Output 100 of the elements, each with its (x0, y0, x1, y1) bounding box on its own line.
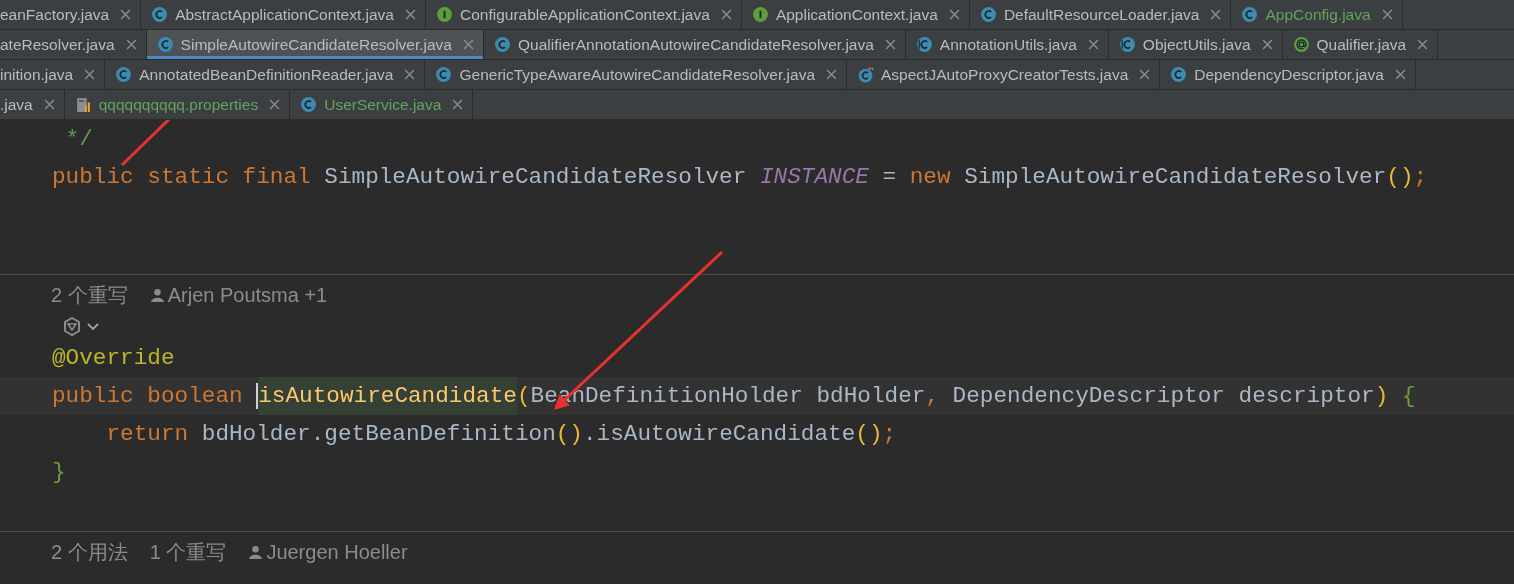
tab-label: inition.java (0, 65, 74, 84)
editor-tab[interactable]: GenericTypeAwareAutowireCandidateResolver.java (425, 60, 847, 89)
editor-tab[interactable]: .java (0, 90, 65, 119)
close-icon[interactable] (1394, 69, 1406, 80)
tab-label: AnnotationUtils.java (939, 35, 1077, 54)
code-token: return (105, 420, 190, 449)
editor-tab[interactable]: UserService.java (290, 90, 474, 119)
tab-label: AnnotatedBeanDefinitionReader.java (139, 65, 394, 84)
code-token: ; (1413, 163, 1428, 192)
close-icon[interactable] (720, 9, 732, 20)
tab-label: DefaultResourceLoader.java (1003, 5, 1200, 24)
code-token: , (925, 382, 940, 411)
class-icon (115, 66, 133, 83)
usage-hint[interactable]: 1 个重写 (149, 538, 227, 566)
usage-hint[interactable]: 2 个重写 (51, 281, 128, 309)
code-token: .isAutowireCandidate (583, 420, 856, 449)
class-icon (1170, 66, 1188, 83)
close-icon[interactable] (1417, 39, 1429, 50)
code-token: bdHolder.getBeanDefinition (201, 420, 556, 449)
close-icon[interactable] (43, 99, 55, 110)
editor-tab[interactable]: ApplicationContext.java (741, 0, 970, 29)
editor-tab[interactable]: Qualifier.java (1282, 30, 1439, 59)
editor-tab[interactable]: eanFactory.java (0, 0, 142, 29)
author-hint[interactable]: Juergen Hoeller (266, 540, 408, 564)
code-token: INSTANCE (759, 163, 869, 192)
close-icon[interactable] (405, 9, 416, 20)
editor-tab[interactable]: ConfigurableApplicationContext.java (426, 0, 742, 29)
tab-label: qqqqqqqqqq.properties (98, 95, 259, 114)
close-icon[interactable] (463, 39, 474, 50)
tab-label: AspectJAutoProxyCreatorTests.java (881, 65, 1129, 84)
tab-label: ObjectUtils.java (1142, 35, 1251, 54)
close-icon[interactable] (1210, 9, 1222, 20)
tab-label: UserService.java (324, 95, 442, 114)
usage-hint[interactable]: 2 个用法 (51, 538, 128, 566)
code-token: = (881, 163, 898, 192)
editor-tab[interactable]: AnnotationUtils.java (905, 30, 1109, 59)
editor-tab[interactable]: SimpleAutowireCandidateResolver.java (146, 30, 484, 59)
code-token: DependencyDescriptor descriptor (952, 382, 1375, 411)
abstract-class-icon (1118, 36, 1136, 53)
code-token: } (52, 458, 66, 487)
person-icon (149, 287, 165, 303)
editor-tab[interactable]: AbstractApplicationContext.java (141, 0, 426, 29)
author-hint[interactable]: Arjen Poutsma +1 (167, 283, 328, 307)
close-icon[interactable] (1261, 39, 1273, 50)
code-token: public static final (52, 163, 312, 192)
editor-tab[interactable]: AnnotatedBeanDefinitionReader.java (105, 60, 426, 89)
text-caret (256, 383, 259, 409)
tab-label: ConfigurableApplicationContext.java (460, 5, 710, 24)
editor-tab[interactable]: DefaultResourceLoader.java (969, 0, 1232, 29)
editor-tab[interactable]: QualifierAnnotationAutowireCandidateResolver.java (484, 30, 906, 59)
close-icon[interactable] (125, 39, 137, 50)
code-token: SimpleAutowireCandidateResolver (324, 163, 748, 192)
class-icon (1241, 6, 1259, 23)
editor-tab[interactable]: ateResolver.java (0, 30, 147, 59)
editor-tab[interactable]: AppConfig.java (1231, 0, 1403, 29)
close-icon[interactable] (1087, 39, 1099, 50)
editor-tab[interactable]: ObjectUtils.java (1108, 30, 1283, 59)
code-token: public boolean (52, 382, 244, 411)
editor-tab[interactable]: inition.java (0, 60, 106, 89)
tab-label: DependencyDescriptor.java (1194, 65, 1384, 84)
editor-tab[interactable]: qqqqqqqqqq.properties (64, 90, 291, 119)
code-token: () (855, 420, 883, 449)
close-icon[interactable] (884, 39, 896, 50)
class-icon (494, 36, 511, 53)
tab-label: QualifierAnnotationAutowireCandidateResolver.java (518, 35, 874, 54)
code-token: () (555, 420, 583, 449)
annotation-icon (1292, 36, 1310, 53)
class-icon (300, 96, 318, 113)
class-icon (156, 36, 174, 53)
close-icon[interactable] (84, 69, 96, 80)
chevron-down-icon[interactable] (87, 323, 99, 331)
code-token: ( (516, 382, 531, 411)
editor-tab[interactable]: DependencyDescriptor.java (1160, 60, 1416, 89)
close-icon[interactable] (404, 69, 416, 80)
class-icon (435, 66, 453, 83)
close-icon[interactable] (948, 9, 960, 20)
close-icon[interactable] (1139, 69, 1151, 80)
close-icon[interactable] (1381, 9, 1393, 20)
tab-label: .java (0, 95, 33, 114)
person-icon (248, 544, 264, 560)
tab-label: GenericTypeAwareAutowireCandidateResolver.java (459, 65, 815, 84)
close-icon[interactable] (826, 69, 837, 80)
properties-file-icon (74, 96, 92, 113)
code-token: { (1401, 382, 1416, 411)
code-token: */ (64, 125, 93, 154)
editor-tab[interactable]: AspectJAutoProxyCreatorTests.java (847, 60, 1161, 89)
tab-label: ApplicationContext.java (775, 5, 938, 24)
code-token: new (909, 163, 952, 192)
tab-label: ateResolver.java (0, 35, 115, 54)
code-token: @Override (52, 344, 175, 373)
close-icon[interactable] (120, 9, 132, 20)
code-token: ) (1374, 382, 1390, 411)
close-icon[interactable] (452, 99, 464, 110)
code-token: ; (882, 420, 897, 449)
class-icon (979, 6, 997, 23)
class-icon (151, 6, 169, 23)
code-token: () (1386, 163, 1414, 192)
abstract-class-icon (915, 36, 933, 53)
close-icon[interactable] (269, 99, 281, 110)
code-token: isAutowireCandidate (258, 377, 517, 415)
